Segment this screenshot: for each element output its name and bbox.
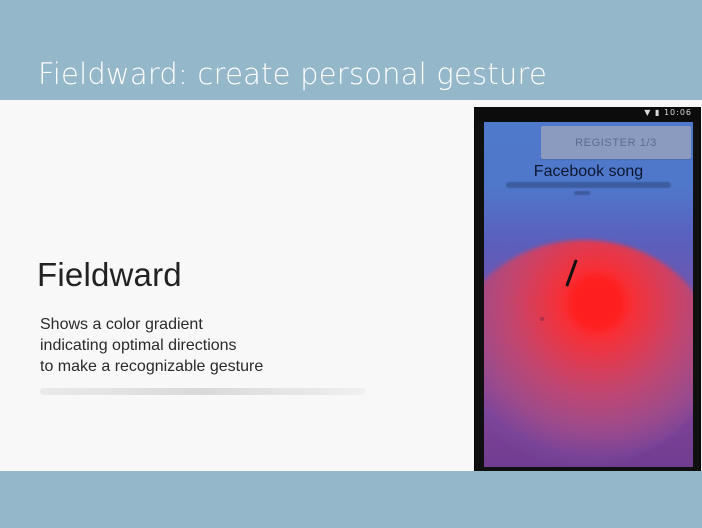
command-title: Facebook song — [533, 163, 644, 180]
gesture-gradient-field — [484, 240, 693, 465]
blurred-subtitle-fragment — [574, 191, 590, 195]
slide-title: Fieldward: create personal gesture comma… — [38, 57, 547, 91]
register-button[interactable]: REGISTER 1/3 — [541, 126, 691, 159]
status-icons: ▼ ▮ 10:06 — [644, 108, 692, 117]
blurred-subtitle-line — [506, 182, 671, 188]
gesture-start-dot — [540, 317, 544, 321]
fieldward-heading: Fieldward — [37, 256, 182, 293]
title-band: Fieldward: create personal gesture comma… — [0, 0, 702, 100]
slide-content: Fieldward Shows a color gradient indicat… — [0, 100, 702, 471]
bottom-band — [0, 471, 702, 528]
fieldward-description: Shows a color gradient indicating optima… — [40, 316, 264, 375]
android-phone-screenshot: ▼ ▮ 10:06 REGISTER 1/3 Facebook song ◁ ○… — [474, 107, 701, 471]
faded-text-line — [40, 388, 365, 395]
presentation-slide: Fieldward: create personal gesture comma… — [0, 0, 702, 528]
gesture-screen[interactable]: REGISTER 1/3 Facebook song — [484, 122, 693, 467]
phone-status-bar: ▼ ▮ 10:06 — [474, 107, 701, 121]
left-text-panel: Fieldward Shows a color gradient indicat… — [0, 100, 474, 471]
